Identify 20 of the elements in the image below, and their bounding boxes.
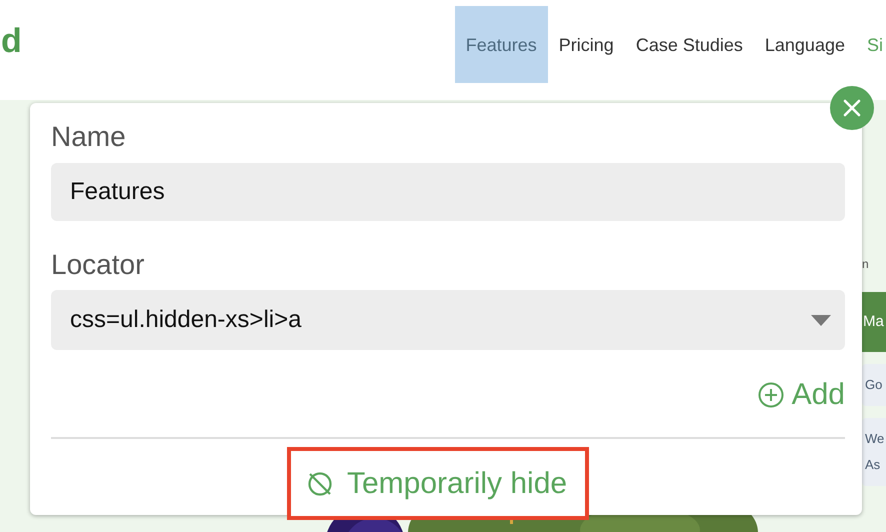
- sidebar-text: n: [862, 256, 870, 273]
- sidebar-item[interactable]: Go: [862, 364, 886, 406]
- sidebar-item[interactable]: We As: [862, 418, 886, 486]
- add-button[interactable]: Add: [758, 372, 845, 417]
- sidebar-button[interactable]: Ma: [862, 292, 886, 352]
- nav-link[interactable]: Si: [856, 6, 886, 83]
- plus-circle-icon: [758, 382, 784, 408]
- locator-label: Locator: [51, 248, 146, 282]
- nav-link[interactable]: Case Studies: [624, 6, 754, 83]
- logo-text: d: [1, 24, 22, 58]
- locator-select[interactable]: css=ul.hidden-xs>li>a: [51, 290, 845, 350]
- hidden-icon: [307, 470, 333, 496]
- caret-icon: [811, 314, 831, 326]
- close-icon: [842, 98, 862, 118]
- nav-link[interactable]: Features: [454, 6, 548, 83]
- nav-link[interactable]: Pricing: [548, 6, 625, 83]
- name-field[interactable]: Features: [51, 163, 845, 221]
- nav-link[interactable]: Language: [754, 6, 856, 83]
- name-label: Name: [51, 120, 127, 154]
- hide-button[interactable]: Temporarily hide: [287, 447, 590, 520]
